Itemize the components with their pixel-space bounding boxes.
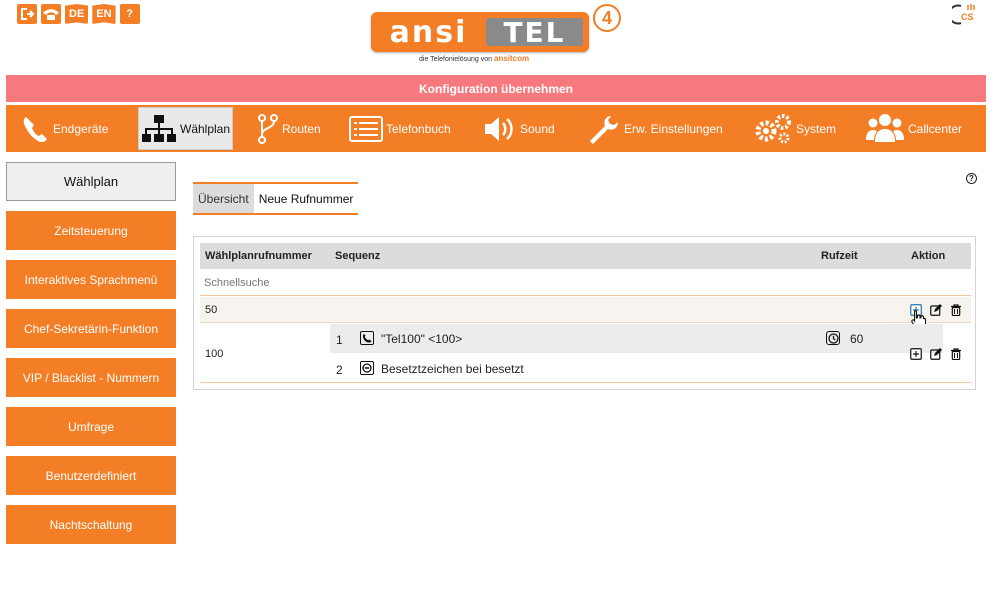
sidebar-item-benutzerdefiniert[interactable]: Benutzerdefiniert [6, 456, 176, 495]
list-icon [349, 115, 383, 142]
step-text: Besetztzeichen bei besetzt [381, 362, 524, 376]
lang-de-icon[interactable]: DE [65, 4, 89, 24]
quick-search-input[interactable] [204, 275, 504, 291]
main-nav: Endgeräte Wählplan Routen Telefonbuch So… [6, 105, 986, 152]
step-index: 2 [336, 363, 343, 377]
sitemap-icon [142, 114, 176, 142]
busy-icon [360, 361, 374, 375]
step-index: 1 [336, 333, 343, 347]
brand-logo: ansi TEL 4 die Telefonielösung von ansit… [371, 4, 631, 68]
apply-config-button[interactable]: Konfiguration übernehmen [6, 75, 986, 102]
route-icon [258, 113, 278, 144]
nav-item-sound[interactable]: Sound [483, 107, 587, 150]
edit-icon[interactable] [930, 348, 942, 360]
phone-handset-icon [23, 116, 47, 142]
row-number: 50 [205, 304, 218, 316]
sidebar-item-nachtschaltung[interactable]: Nachtschaltung [6, 505, 176, 544]
cs-logo-label: CS [961, 12, 974, 22]
delete-icon[interactable] [950, 348, 962, 360]
sequence-step[interactable]: 1 "Tel100" <100> 60 [330, 324, 943, 353]
nav-item-erw-einstellungen[interactable]: Erw. Einstellungen [587, 107, 753, 150]
tagline-prefix: die Telefonielösung von [419, 56, 493, 63]
content-tabs: Übersicht Neue Rufnummer [193, 182, 359, 215]
nav-item-callcenter[interactable]: Callcenter [865, 107, 975, 150]
sidebar-item-vip-blacklist[interactable]: VIP / Blacklist - Nummern [6, 358, 176, 397]
brand-right: TEL [486, 16, 583, 49]
speaker-icon [485, 116, 513, 141]
lang-en-label: EN [96, 8, 112, 20]
nav-label: System [796, 121, 837, 136]
quick-search-row [200, 270, 971, 296]
top-toolbar: DE EN ? [17, 4, 140, 24]
logout-icon[interactable] [17, 4, 37, 24]
col-header-ringtime[interactable]: Rufzeit [821, 250, 858, 262]
sidebar: Wählplan Zeitsteuerung Interaktives Spra… [6, 162, 176, 554]
lang-en-icon[interactable]: EN [92, 4, 116, 24]
nav-item-waehlplan[interactable]: Wählplan [138, 107, 233, 150]
col-header-number[interactable]: Wählplanrufnummer [205, 250, 312, 262]
nav-item-endgeraete[interactable]: Endgeräte [20, 107, 138, 150]
table-header: Wählplanrufnummer Sequenz Rufzeit Aktion [200, 243, 971, 269]
brand-tagline: die Telefonielösung von ansitcom [419, 54, 529, 63]
step-ringtime: 60 [850, 332, 864, 346]
sidebar-item-waehlplan[interactable]: Wählplan [6, 162, 176, 201]
nav-label: Callcenter [908, 121, 963, 136]
sidebar-item-sprachmenue[interactable]: Interaktives Sprachmenü [6, 260, 176, 299]
tagline-suffix: com [512, 54, 530, 63]
users-icon [866, 113, 904, 142]
tagline-brand: ansit [494, 54, 513, 63]
help-label: ? [126, 8, 133, 20]
nav-item-system[interactable]: System [753, 107, 865, 150]
dialplan-table: Wählplanrufnummer Sequenz Rufzeit Aktion… [193, 236, 976, 390]
gears-icon [755, 113, 791, 143]
step-text: "Tel100" <100> [381, 332, 463, 346]
phone-icon[interactable] [41, 4, 61, 24]
sidebar-item-zeitsteuerung[interactable]: Zeitsteuerung [6, 211, 176, 250]
phone-icon [360, 331, 374, 345]
wrench-icon [590, 115, 618, 144]
sidebar-item-chef-sekretaerin[interactable]: Chef-Sekretärin-Funktion [6, 309, 176, 348]
col-header-sequence[interactable]: Sequenz [335, 250, 380, 262]
tab-uebersicht[interactable]: Übersicht [193, 184, 254, 213]
nav-item-routen[interactable]: Routen [257, 107, 349, 150]
delete-icon[interactable] [950, 304, 962, 316]
nav-label: Erw. Einstellungen [624, 121, 723, 136]
brand-left: ansi [389, 14, 468, 50]
col-header-action: Aktion [911, 250, 946, 262]
help-icon[interactable]: ? [119, 4, 140, 24]
apply-config-label: Konfiguration übernehmen [419, 81, 573, 96]
edit-icon[interactable] [930, 304, 942, 316]
table-row[interactable]: 50 [200, 297, 971, 329]
tab-neue-rufnummer[interactable]: Neue Rufnummer [253, 184, 359, 213]
nav-label: Wählplan [180, 121, 231, 136]
brand-box: ansi TEL [371, 12, 589, 52]
add-step-icon[interactable] [910, 348, 922, 360]
brand-version-badge: 4 [593, 4, 621, 32]
row-number: 100 [205, 348, 224, 360]
nav-label: Endgeräte [53, 121, 109, 136]
sidebar-item-umfrage[interactable]: Umfrage [6, 407, 176, 446]
help-circle-icon[interactable]: ? [966, 173, 977, 184]
row-actions [910, 348, 962, 360]
nav-item-telefonbuch[interactable]: Telefonbuch [349, 107, 483, 150]
cs-logo-icon: CS [948, 3, 978, 25]
table-row[interactable]: 100 1 "Tel100" <100> 60 2 Besetztzeichen… [200, 324, 971, 383]
nav-label: Sound [520, 121, 555, 136]
sequence-step[interactable]: 2 Besetztzeichen bei besetzt [330, 354, 943, 383]
clock-icon [826, 331, 840, 345]
lang-de-label: DE [69, 8, 85, 20]
nav-label: Telefonbuch [386, 121, 451, 136]
nav-label: Routen [282, 121, 321, 136]
